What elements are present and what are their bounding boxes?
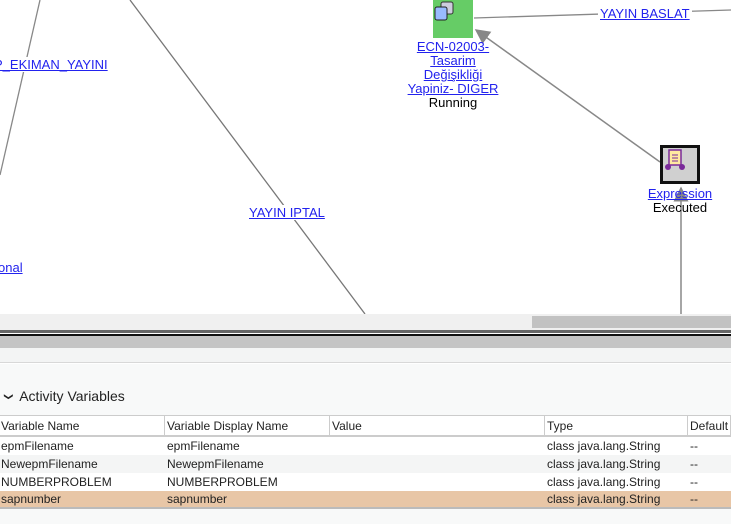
table-header: Variable Name Variable Display Name Valu… xyxy=(0,416,731,437)
cell-default: -- xyxy=(690,457,698,471)
task-node-status: Running xyxy=(428,95,478,110)
column-header[interactable]: Type xyxy=(545,416,688,435)
cell-default: -- xyxy=(690,475,698,489)
task-node-link[interactable]: ECN-02003- Tasarim Değişikliği Yapiniz- DIG… xyxy=(400,40,506,96)
cell-type: class java.lang.String xyxy=(547,439,661,453)
task-node[interactable] xyxy=(433,0,473,38)
expression-node-link[interactable]: Expression xyxy=(640,187,720,201)
expression-node-label: Expression Executed xyxy=(640,187,720,215)
activity-variables-header[interactable]: ❯ Activity Variables xyxy=(3,388,125,404)
link-ekiman-yayini[interactable]: P_EKIMAN_YAYINI xyxy=(0,57,108,72)
column-header[interactable]: Default xyxy=(688,416,731,435)
cell-display: epmFilename xyxy=(167,439,240,453)
panel-toolbar xyxy=(0,348,731,363)
table-row[interactable]: NewepmFilename NewepmFilename class java.l… xyxy=(0,455,731,473)
cell-name: sapnumber xyxy=(1,492,62,506)
link-yayin-iptal[interactable]: YAYIN IPTAL xyxy=(249,205,325,220)
cell-display: NUMBERPROBLEM xyxy=(167,475,278,489)
column-header[interactable]: Variable Display Name xyxy=(165,416,330,435)
column-header[interactable]: Variable Name xyxy=(0,416,165,435)
table-row-selected[interactable]: sapnumber sapnumber class java.lang.Strin… xyxy=(0,491,731,509)
horizontal-scrollbar[interactable] xyxy=(0,314,731,330)
variables-table: Variable Name Variable Display Name Valu… xyxy=(0,415,731,509)
cell-name: epmFilename xyxy=(1,439,74,453)
expression-node[interactable] xyxy=(660,145,700,184)
cell-type: class java.lang.String xyxy=(547,492,661,506)
table-row[interactable]: epmFilename epmFilename class java.lang.St… xyxy=(0,437,731,455)
connector-lines xyxy=(0,0,731,314)
task-node-label: ECN-02003- Tasarim Değişikliği Yapiniz- DIG… xyxy=(400,40,506,110)
link-onal[interactable]: onal xyxy=(0,260,23,275)
link-yayin-baslat[interactable]: YAYIN BASLAT xyxy=(598,6,692,21)
splitter-handle[interactable] xyxy=(0,336,731,348)
table-row[interactable]: NUMBERPROBLEM NUMBERPROBLEM class java.lan… xyxy=(0,473,731,491)
chevron-down-icon[interactable]: ❯ xyxy=(3,392,13,399)
scrollbar-thumb[interactable] xyxy=(532,316,731,328)
cell-type: class java.lang.String xyxy=(547,475,661,489)
cell-display: sapnumber xyxy=(167,492,228,506)
cell-type: class java.lang.String xyxy=(547,457,661,471)
cell-default: -- xyxy=(690,492,698,506)
expression-node-status: Executed xyxy=(652,200,708,215)
connector-line xyxy=(0,0,41,176)
column-header[interactable]: Value xyxy=(330,416,545,435)
cell-default: -- xyxy=(690,439,698,453)
task-icon xyxy=(434,1,454,21)
cell-name: NUMBERPROBLEM xyxy=(1,475,112,489)
section-title: Activity Variables xyxy=(19,388,125,404)
cell-name: NewepmFilename xyxy=(1,457,98,471)
workflow-canvas[interactable]: P_EKIMAN_YAYINI YAYIN IPTAL onal YAYIN B… xyxy=(0,0,731,314)
expression-icon xyxy=(665,149,685,170)
cell-display: NewepmFilename xyxy=(167,457,264,471)
connector-line xyxy=(129,0,366,314)
